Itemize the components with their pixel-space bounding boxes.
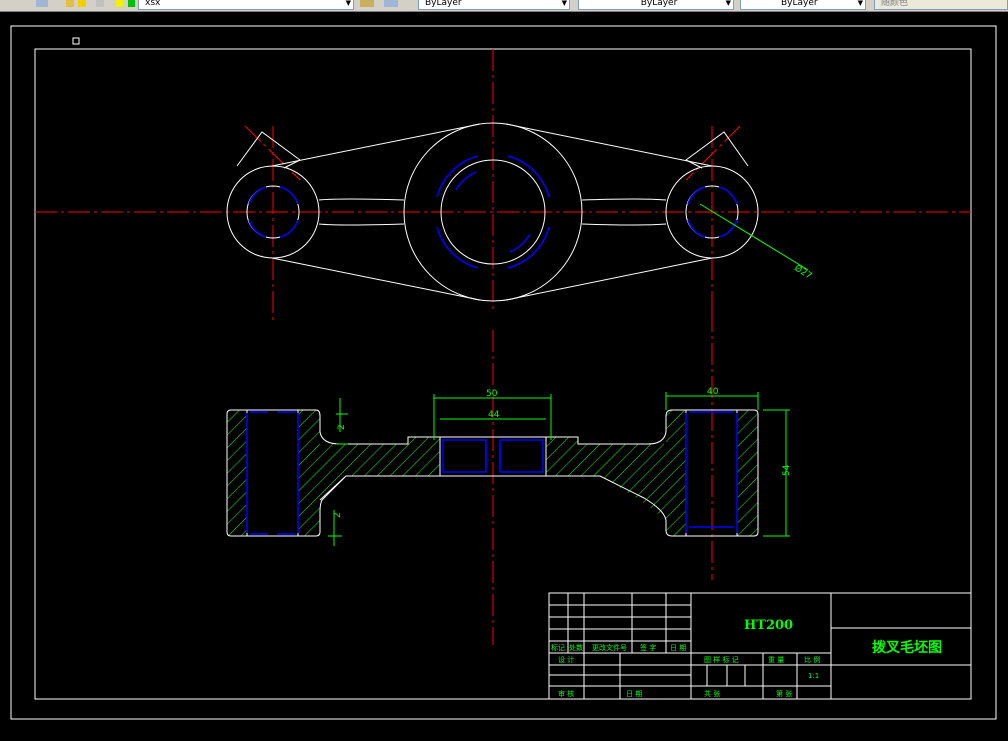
layer-dropdown[interactable]: xsx ▼ [138, 0, 354, 10]
lineweight-dropdown[interactable]: ByLayer ▼ [740, 0, 866, 10]
chevron-down-icon: ▼ [857, 0, 863, 7]
color-value: ByLayer [425, 0, 462, 8]
linetype-value: ByLayer [640, 0, 678, 8]
cad-drawing[interactable]: Ø27 50 44 40 54 2 2 HT200 拨叉毛坯图 标记 处数 更改… [0, 12, 1008, 741]
chevron-down-icon: ▼ [561, 0, 567, 7]
dim-2-bottom-text: 2 [333, 512, 343, 518]
dim-44-text: 44 [488, 410, 500, 420]
radius-leader [699, 203, 809, 271]
layer-manager-icon[interactable] [36, 0, 48, 7]
chevron-down-icon: ▼ [725, 0, 731, 7]
layer-value: xsx [145, 0, 161, 8]
hdr-review: 审 核 [558, 689, 574, 698]
dim-2-top-text: 2 [337, 424, 347, 430]
material-text: HT200 [744, 618, 793, 633]
drawing-title-text: 拨叉毛坯图 [872, 639, 942, 656]
dim-50-text: 50 [486, 389, 498, 399]
dim-54-text: 54 [782, 464, 792, 476]
plotstyle-value: 随颜色 [881, 0, 909, 8]
hdr-stage: 图 样 标 记 [704, 655, 739, 664]
color-dropdown[interactable]: ByLayer ▼ [418, 0, 570, 10]
lineweight-value: ByLayer [781, 0, 818, 8]
hdr-date: 日 期 [670, 644, 686, 652]
ucs-marker [72, 37, 80, 45]
hdr-total: 共 张 [704, 689, 720, 698]
linetype-dropdown[interactable]: ByLayer ▼ [578, 0, 734, 10]
layer-on-icon[interactable] [66, 0, 74, 7]
layer-previous-icon[interactable] [384, 0, 398, 7]
outer-frame [10, 25, 997, 720]
hdr-mark: 标记 [551, 643, 565, 652]
title-block: HT200 拨叉毛坯图 标记 处数 更改文件号 签 字 日 期 设 计 审 核 … [548, 592, 972, 700]
section-view: 50 44 40 54 2 2 [226, 310, 792, 645]
layer-lock-icon[interactable] [96, 0, 104, 7]
properties-toolbar: xsx ▼ ByLayer ▼ ByLayer ▼ ByLayer ▼ 随颜色 [0, 0, 1008, 12]
hdr-design: 设 计 [558, 655, 574, 664]
hdr-weight: 重 量 [768, 656, 784, 664]
layer-color-icon[interactable] [116, 0, 123, 7]
hdr-sign: 签 字 [640, 643, 656, 652]
make-current-layer-icon[interactable] [360, 0, 374, 7]
hdr-doc: 更改文件号 [592, 643, 627, 652]
hdr-scale: 比 例 [804, 655, 820, 664]
center-lines [35, 49, 971, 322]
hdr-date2: 日 期 [626, 690, 642, 698]
radius-dim-text: Ø27 [792, 263, 814, 282]
hdr-count: 处数 [569, 643, 583, 652]
dim-40-text: 40 [707, 387, 719, 397]
scale-value: 1:1 [808, 672, 819, 680]
top-view: Ø27 [35, 49, 971, 322]
layer-freeze-icon[interactable] [78, 0, 86, 7]
chevron-down-icon: ▼ [345, 0, 351, 7]
hdr-sheet: 第 张 [776, 689, 792, 698]
plotstyle-dropdown[interactable]: 随颜色 [874, 0, 1008, 10]
layer-plot-icon[interactable] [128, 0, 135, 7]
